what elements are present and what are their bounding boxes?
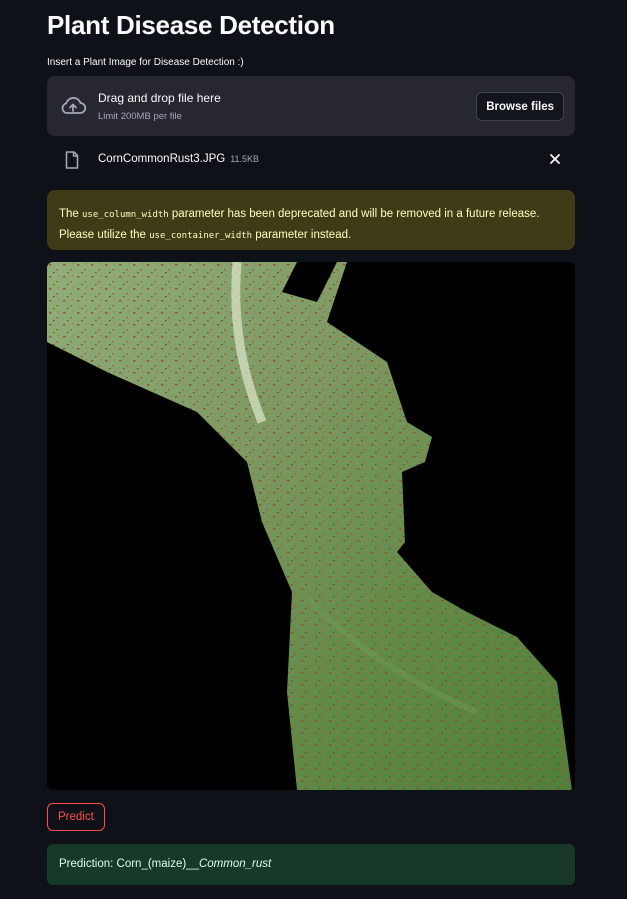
predict-button[interactable]: Predict [47,803,105,831]
file-icon [65,151,79,169]
prediction-result: Prediction: Corn_(maize)__Common_rust [47,844,575,885]
dropzone-instructions: Drag and drop file here [98,91,221,105]
prediction-emphasis: Common_rust [198,858,272,870]
browse-files-button[interactable]: Browse files [476,92,564,121]
dropzone-limit-text: Limit 200MB per file [98,111,182,122]
file-dropzone[interactable]: Drag and drop file here Limit 200MB per … [47,76,575,136]
uploaded-file-row: CornCommonRust3.JPG 11.5KB [47,146,575,174]
uploaded-file-size: 11.5KB [230,154,260,164]
uploader-label: Insert a Plant Image for Disease Detecti… [47,57,244,68]
uploaded-file-info: CornCommonRust3.JPG 11.5KB [98,153,259,165]
warning-code-1: use_column_width [82,210,169,220]
uploaded-leaf-image [47,262,575,790]
warning-text-1: The [59,208,83,220]
uploaded-file-name: CornCommonRust3.JPG [98,153,226,165]
close-icon[interactable] [548,152,562,166]
cloud-upload-icon [61,97,87,114]
warning-code-2: use_container_width [149,231,253,241]
leaf-photo [47,262,575,790]
deprecation-warning: The use_column_width parameter has been … [47,190,575,250]
page-title: Plant Disease Detection [47,10,335,40]
warning-text-3: parameter instead. [252,229,352,241]
prediction-prefix: Prediction: Corn_(maize)__ [59,858,199,870]
